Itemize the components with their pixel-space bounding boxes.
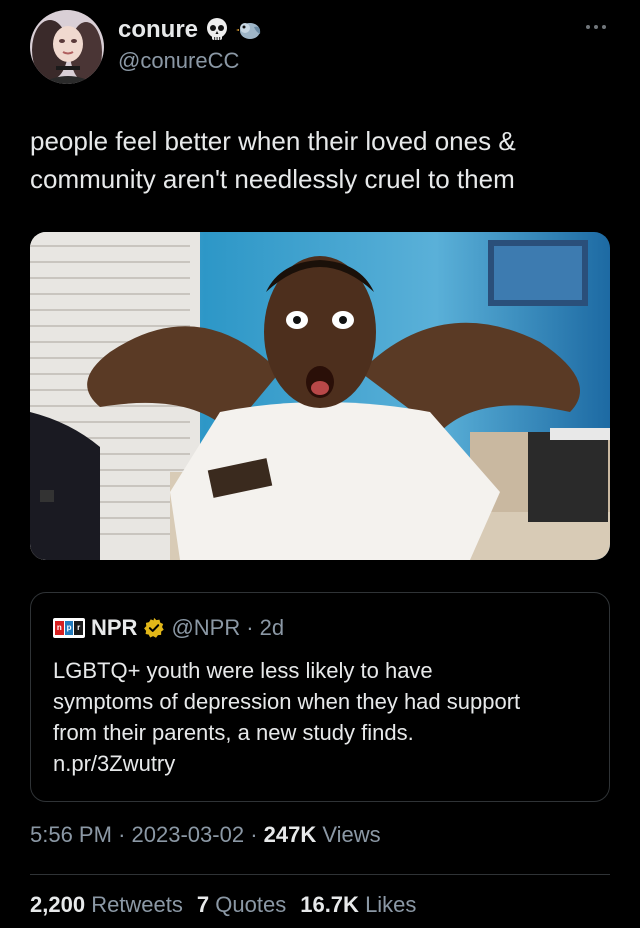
quotes-stat[interactable]: 7 Quotes (197, 892, 286, 918)
divider (30, 874, 610, 875)
author-name-row: conure (118, 16, 262, 44)
quotes-label: Quotes (215, 892, 287, 917)
author-handle[interactable]: @conureCC (118, 48, 239, 74)
skull-emoji-icon (207, 18, 228, 40)
tweet-time[interactable]: 5:56 PM (30, 822, 112, 847)
retweets-stat[interactable]: 2,200 Retweets (30, 892, 183, 918)
quote-tweet[interactable]: n p r NPR @NPR · 2d LGBTQ+ youth were le… (30, 592, 610, 802)
avatar[interactable] (30, 10, 104, 84)
quote-text: LGBTQ+ youth were less likely to have sy… (53, 658, 521, 776)
npr-logo-icon: n p r (53, 618, 85, 638)
meta-separator-1: · (118, 822, 126, 847)
avatar-image (30, 10, 104, 84)
tweet: conure @conureCC people feel better when… (0, 0, 640, 928)
likes-stat[interactable]: 16.7K Likes (300, 892, 416, 918)
tweet-text: people feel better when their loved ones… (30, 126, 516, 194)
quotes-count: 7 (196, 892, 210, 917)
npr-logo-letter-r: r (74, 621, 84, 635)
more-options-icon[interactable] (586, 22, 610, 32)
author-name[interactable]: conure (118, 16, 198, 44)
stats-row: 2,200 Retweets 7 Quotes 16.7K Likes (30, 892, 416, 918)
views-label: Views (322, 822, 381, 847)
retweets-count: 2,200 (30, 892, 86, 917)
verified-badge-icon (144, 617, 165, 638)
views-count[interactable]: 247K (264, 822, 317, 847)
likes-label: Likes (365, 892, 417, 917)
quote-header: n p r NPR @NPR · 2d (53, 615, 284, 641)
likes-count: 16.7K (300, 892, 359, 917)
npr-logo-letter-p: p (64, 621, 74, 635)
tweet-photo[interactable] (30, 232, 610, 560)
tweet-date[interactable]: 2023-03-02 (132, 822, 245, 847)
meta-separator-2: · (250, 822, 258, 847)
bird-emoji-icon (236, 23, 261, 39)
quote-separator: · (246, 615, 254, 640)
npr-logo-letter-n: n (55, 621, 64, 635)
retweets-label: Retweets (91, 892, 183, 917)
quote-author-name[interactable]: NPR (91, 615, 137, 641)
timestamp-row: 5:56 PM · 2023-03-02 · 247K Views (30, 822, 381, 848)
quote-age[interactable]: 2d (260, 615, 284, 641)
quote-author-handle[interactable]: @NPR (171, 615, 240, 641)
photo-media-icon (30, 232, 610, 560)
